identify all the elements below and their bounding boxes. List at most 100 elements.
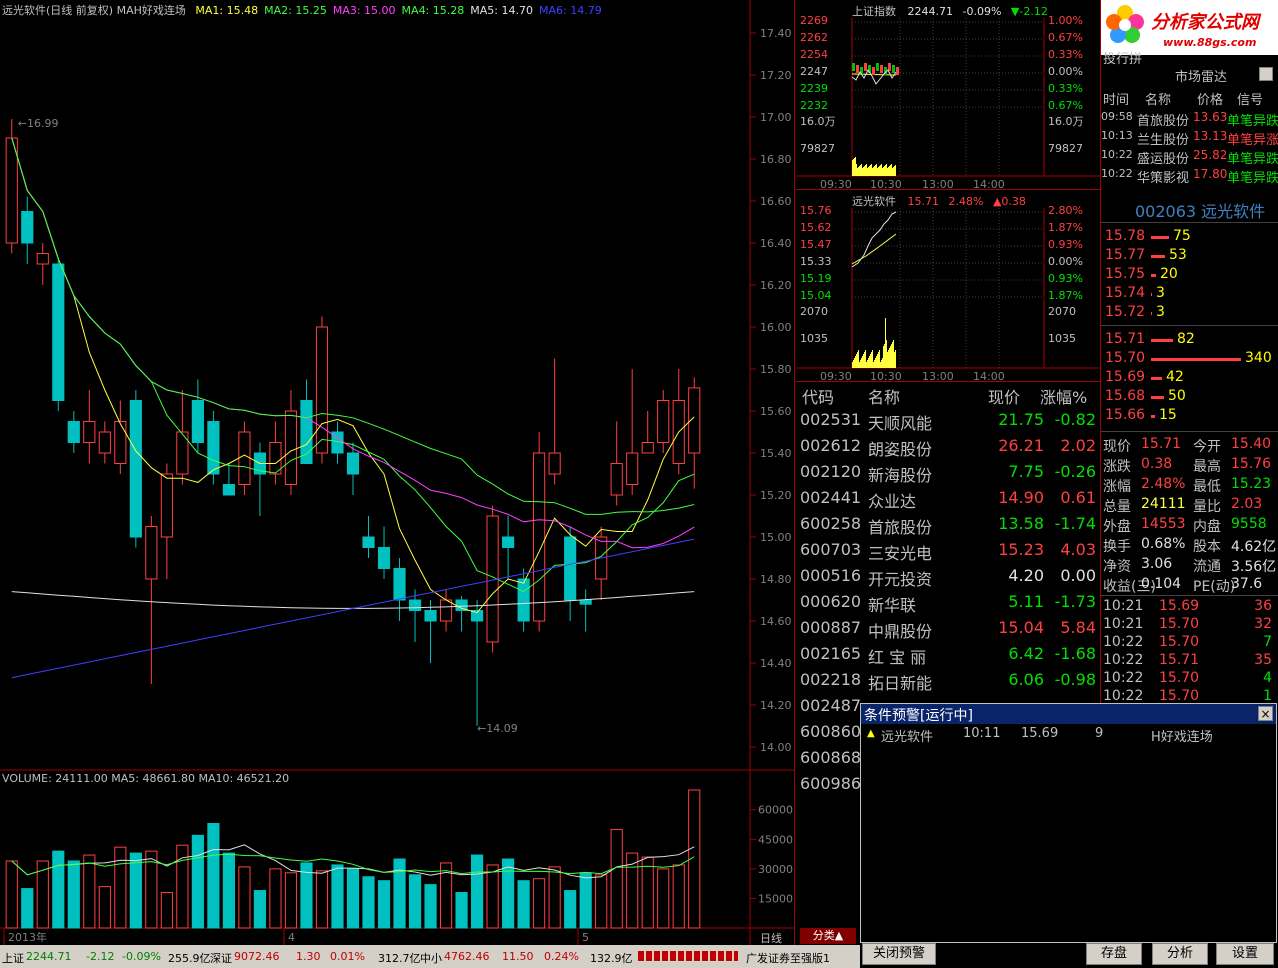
volume-bar [890,346,891,368]
radar-row[interactable]: 10:22 盛运股份 25.82 单笔异跌 [1101,146,1278,167]
volume-tick-label: 60000 [758,804,793,817]
stock-name: 红 宝 丽 [868,648,927,667]
sh-chg: -2.12 [86,950,115,963]
volume-bar [884,344,885,368]
close-icon[interactable]: × [1258,706,1273,721]
alert-titlebar[interactable]: 条件预警[运行中] × [861,704,1276,724]
volume-bar [517,880,530,929]
settings-button[interactable]: 设置 [1216,943,1274,965]
stat-label: 外盘 [1103,519,1131,535]
flower-logo-icon [1106,5,1144,43]
volume-bar [579,872,592,929]
radar-row[interactable]: 10:13 兰生股份 13.13 单笔异涨 [1101,127,1278,148]
stock-name: 三安光电 [868,544,933,563]
tick-volume: 4 [1263,670,1272,686]
stock-mini-chart[interactable]: 远光软件 15.71 2.48% ▲0.38 15.76 15.62 15.47 15… [796,190,1100,382]
volume-bar [610,828,623,929]
radar-row[interactable]: 09:58 首旅股份 13.63 单笔异跌 [1101,108,1278,129]
order-volume-bar [1151,274,1156,277]
stat-label: 涨跌 [1103,459,1131,475]
mini-left-label: 1035 [800,332,828,345]
analyze-button[interactable]: 分析 [1152,943,1208,965]
kline-panel[interactable]: 远光软件(日线 前复权) MAH好戏连场 MA1: 15.48 MA2: 15.2… [0,0,795,945]
time-label: 09:30 [820,178,852,190]
volume-bar [238,866,251,929]
radar-header: 时间 名称 价格 信号 [1103,93,1264,108]
alert-row[interactable]: ▲ 远光软件 10:11 15.69 9 H好戏连场 [861,726,1276,746]
volume-bar [315,870,329,929]
mini-left-label: 2262 [800,31,828,44]
stock-row[interactable]: 002612 朗姿股份 26.21 2.02 [796,436,1100,462]
mini-right-label: 1.00% [1048,14,1083,27]
zx-value: 4762.46 [444,950,490,963]
volume-bar [858,350,859,368]
stock-row[interactable]: 600703 三安光电 15.23 4.03 [796,540,1100,566]
volume-bar [21,888,34,929]
volume-bar [129,852,142,929]
order-volume: 82 [1177,331,1195,347]
time-label: 10:30 [870,370,902,382]
stock-row[interactable]: 000887 中鼎股份 15.04 5.84 [796,618,1100,644]
candle-body [114,421,127,464]
volume-bar [408,874,422,929]
alert-window[interactable]: 条件预警[运行中] × ▲ 远光软件 10:11 15.69 9 H好戏连场 [860,703,1277,943]
logo-url: www.88gs.com [1163,36,1257,49]
volume-bar [875,358,876,368]
mini-left-label: 15.62 [800,221,832,234]
price-tick-label: 14.00 [760,741,792,754]
volume-bar [191,834,204,929]
candlestick-chart[interactable]: 17.40 17.20 17.00 16.80 16.60 16.40 16.20 16.00… [0,0,795,945]
volume-bar [874,360,875,368]
order-volume-bar [1151,339,1173,342]
price-tick-label: 16.20 [760,279,792,292]
stock-row[interactable]: 002441 众业达 14.90 0.61 [796,488,1100,514]
stock-pct: 0.61 [1060,488,1096,507]
stock-row[interactable]: 000516 开元投资 4.20 0.00 [796,566,1100,592]
volume-bar [880,362,881,368]
save-button[interactable]: 存盘 [1086,943,1142,965]
index-mini-chart[interactable]: 上证指数 2244.71 -0.09% ▼-2.12 2269 2262 2254 2… [796,0,1100,190]
price-tick-label: 15.00 [760,531,792,544]
date-label: 4 [288,931,295,944]
radar-settings-icon[interactable] [1259,67,1273,81]
stock-pct: 2.02 [1060,436,1096,455]
tick-price: 15.70 [1159,670,1200,686]
volume-bar [871,352,872,368]
stock-row[interactable]: 002218 拓日新能 6.06 -0.98 [796,670,1100,696]
stock-price: 26.21 [998,436,1044,455]
stock-row[interactable]: 002531 天顺风能 21.75 -0.82 [796,410,1100,436]
volume-bar [83,854,96,929]
price-tick-label: 17.20 [760,69,792,82]
volume-bar [533,878,546,929]
category-tab[interactable]: 分类▲ [800,928,856,944]
zx-label: 中小 [420,952,442,965]
volume-bar [861,164,862,176]
stock-row[interactable]: 000620 新华联 5.11 -1.73 [796,592,1100,618]
volume-bar [886,340,887,368]
volume-bar [114,846,127,929]
tick-price: 15.71 [1159,652,1200,668]
tick-volume: 35 [1254,652,1272,668]
radar-row[interactable]: 10:22 华策影视 17.80 单笔异跌 [1101,165,1278,186]
price-tick-label: 14.80 [760,573,792,586]
candle-body [517,578,530,622]
stat-value: 14553 [1141,516,1186,532]
sz-chg: 1.30 [296,950,321,963]
radar-panel[interactable]: 分析家公式网 www.88gs.com 投行拼 市场雷达 时间 名称 价格 信号… [1100,0,1278,190]
volume-bar [67,860,80,929]
stock-row[interactable]: 002165 红 宝 丽 6.42 -1.68 [796,644,1100,670]
stock-code: 600986 [800,774,862,793]
date-label: 5 [582,931,589,944]
radar-price: 25.82 [1193,148,1228,162]
price-tick-label: 14.60 [760,615,792,628]
stock-row[interactable]: 002120 新海股份 7.75 -0.26 [796,462,1100,488]
candle-body [377,547,391,569]
stat-value: 15.76 [1231,456,1272,472]
close-alert-button[interactable]: 关闭预警 [862,943,936,965]
stock-row[interactable]: 600258 首旅股份 13.58 -1.74 [796,514,1100,540]
volume-bar [872,350,873,368]
stock-name: 众业达 [868,492,917,511]
volume-bar [869,356,870,368]
volume-bar [894,166,895,176]
order-volume: 20 [1160,266,1178,282]
